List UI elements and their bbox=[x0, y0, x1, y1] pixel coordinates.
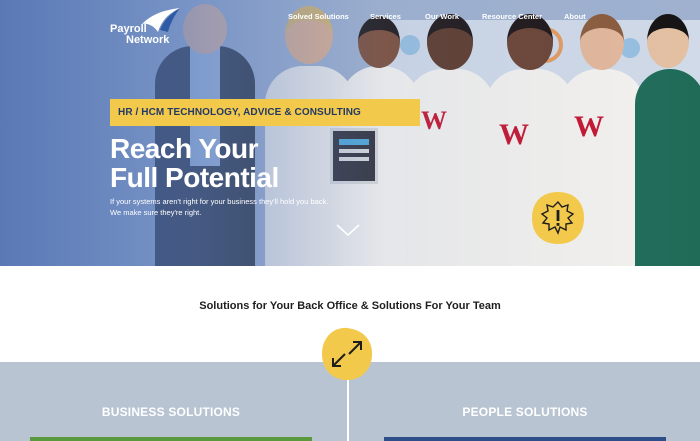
business-solutions-bar bbox=[30, 437, 312, 441]
people-solutions-bar bbox=[384, 437, 666, 441]
subtext-line-1: If your systems aren't right for your bu… bbox=[110, 197, 329, 206]
swap-arrows-icon bbox=[322, 327, 373, 381]
exclamation-badge-icon bbox=[532, 192, 584, 244]
hero-subtext: If your systems aren't right for your bu… bbox=[110, 196, 370, 218]
nav-solved-solutions[interactable]: Solved Solutions bbox=[288, 12, 349, 21]
tagline-text: HR / HCM TECHNOLOGY, ADVICE & CONSULTING bbox=[118, 107, 361, 118]
solutions-heading: Solutions for Your Back Office & Solutio… bbox=[199, 300, 501, 312]
logo-wordmark[interactable]: Payroll Network bbox=[110, 24, 169, 46]
nav-about[interactable]: About bbox=[564, 12, 586, 21]
headline-line-2: Full Potential bbox=[110, 162, 279, 193]
subtext-line-2: We make sure they're right. bbox=[110, 208, 202, 217]
logo-line-2: Network bbox=[126, 34, 170, 46]
people-solutions-title[interactable]: PEOPLE SOLUTIONS bbox=[384, 405, 666, 419]
chevron-down-icon[interactable] bbox=[336, 224, 360, 236]
headline-line-1: Reach Your bbox=[110, 133, 259, 164]
nav-our-work[interactable]: Our Work bbox=[425, 12, 459, 21]
nav-services[interactable]: Services bbox=[370, 12, 401, 21]
nav-resource-center[interactable]: Resource Center bbox=[482, 12, 542, 21]
business-solutions-title[interactable]: BUSINESS SOLUTIONS bbox=[30, 405, 312, 419]
hero-headline: Reach Your Full Potential bbox=[110, 134, 279, 192]
